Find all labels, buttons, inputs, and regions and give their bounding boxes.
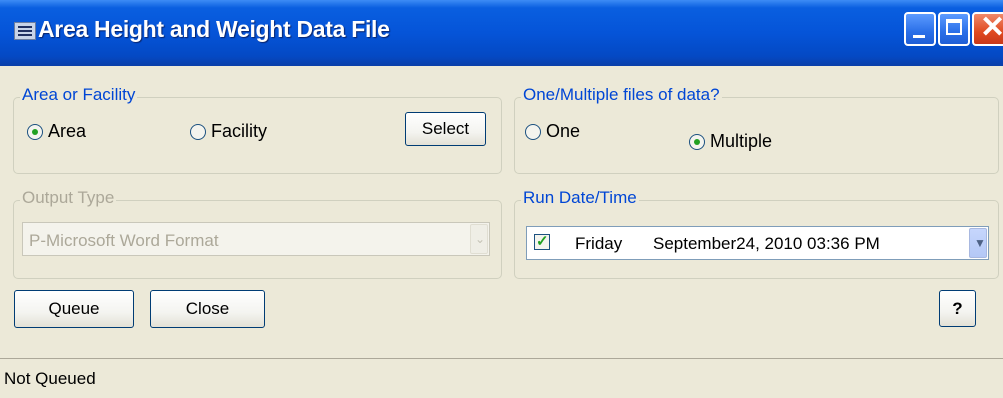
run-date-checkbox[interactable]: ✓ xyxy=(534,233,550,250)
output-type-dropdown[interactable]: P-Microsoft Word Format ⌄ xyxy=(22,222,490,256)
multiple-radio-label: Multiple xyxy=(710,131,773,151)
output-type-legend: Output Type xyxy=(20,188,117,208)
maximize-button[interactable] xyxy=(938,12,970,46)
queue-button[interactable]: Queue xyxy=(14,290,134,328)
files-of-data-group: One/Multiple files of data? One Multiple xyxy=(514,85,999,174)
minimize-button[interactable] xyxy=(904,12,936,46)
close-icon: ✕ xyxy=(980,11,1003,44)
chevron-down-icon: ⌄ xyxy=(475,232,486,246)
checkmark-icon: ✓ xyxy=(536,233,549,250)
run-day-text[interactable]: Friday xyxy=(575,234,622,254)
area-radio-indicator[interactable] xyxy=(27,123,43,140)
facility-radio-label: Facility xyxy=(211,121,268,141)
date-picker-dropdown-button[interactable]: ▼ xyxy=(969,228,987,258)
title-bar[interactable]: Area Height and Weight Data File ✕ xyxy=(0,0,1003,66)
facility-radio-indicator[interactable] xyxy=(190,123,206,140)
run-date-time-group: Run Date/Time ✓ Friday September24, 2010… xyxy=(514,188,999,279)
run-date-time-picker[interactable]: ✓ Friday September24, 2010 03:36 PM ▼ xyxy=(526,226,989,260)
one-radio[interactable]: One xyxy=(525,121,580,142)
select-button[interactable]: Select xyxy=(405,112,486,146)
output-type-dropdown-button[interactable]: ⌄ xyxy=(470,224,488,254)
output-type-value: P-Microsoft Word Format xyxy=(29,231,219,250)
files-of-data-legend: One/Multiple files of data? xyxy=(521,85,722,105)
help-button[interactable]: ? xyxy=(939,290,976,327)
status-bar: Not Queued xyxy=(0,358,1003,398)
app-window: Area Height and Weight Data File ✕ Area … xyxy=(0,0,1003,398)
close-window-button[interactable]: ✕ xyxy=(972,11,1003,46)
multiple-radio[interactable]: Multiple xyxy=(689,131,772,152)
app-icon xyxy=(14,22,36,40)
facility-radio[interactable]: Facility xyxy=(190,121,267,142)
one-radio-label: One xyxy=(546,121,581,141)
output-type-group: Output Type P-Microsoft Word Format ⌄ xyxy=(13,188,502,279)
status-text: Not Queued xyxy=(4,369,96,388)
area-or-facility-group: Area or Facility Area Facility Select xyxy=(13,85,502,174)
multiple-radio-indicator[interactable] xyxy=(689,133,705,150)
run-date-time-legend: Run Date/Time xyxy=(521,188,639,208)
area-radio[interactable]: Area xyxy=(27,121,86,142)
area-or-facility-legend: Area or Facility xyxy=(20,85,138,105)
run-datetime-text[interactable]: September24, 2010 03:36 PM xyxy=(653,234,880,254)
close-button[interactable]: Close xyxy=(150,290,265,328)
chevron-down-icon: ▼ xyxy=(974,236,986,250)
window-title: Area Height and Weight Data File xyxy=(38,16,390,42)
one-radio-indicator[interactable] xyxy=(525,123,541,140)
area-radio-label: Area xyxy=(48,121,87,141)
